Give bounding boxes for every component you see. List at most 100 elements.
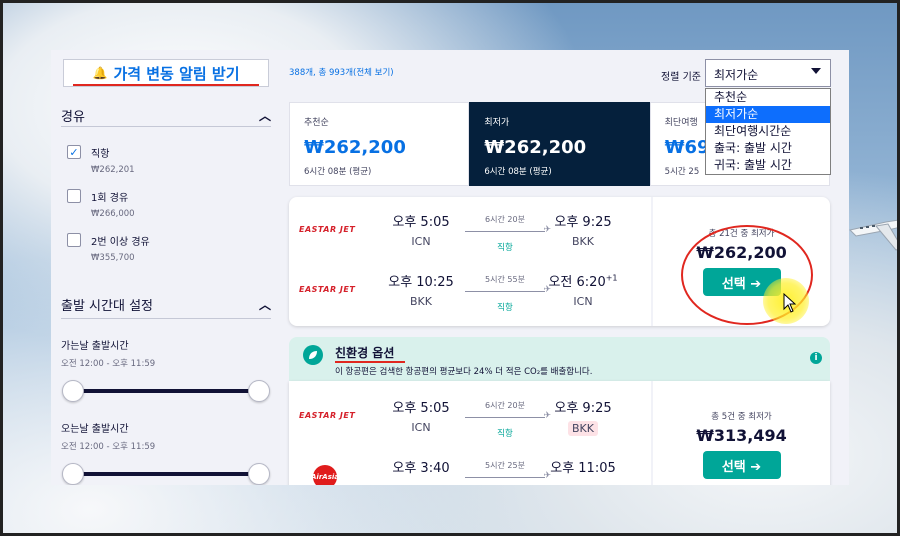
flight-line: ✈ xyxy=(465,471,551,481)
arrival-time: 오후 9:25 xyxy=(554,215,612,230)
flight-leg: AirAsia 오후 3:40 5시간 25분 ✈ 오후 11:05 xyxy=(289,457,651,485)
outbound-time-range: 오전 12:00 - 오후 11:59 xyxy=(61,359,156,369)
flight-leg: EASTAR JET 오후 5:05 ICN 6시간 20분 ✈ 직항 오후 9:25… xyxy=(289,397,651,447)
annotation-underline xyxy=(335,361,405,363)
time-section-header[interactable]: 출발 시간대 설정 ︿ xyxy=(61,295,271,314)
price-caption: 총 21건 중 최저가 xyxy=(708,229,775,239)
price-alert-button[interactable]: 🔔 가격 변동 알림 받기 xyxy=(63,59,269,87)
stops-label: 직항 xyxy=(497,243,513,253)
arrival-airport: BKK xyxy=(568,421,598,436)
tab-title: 최저가 xyxy=(484,118,510,128)
flight-result-card[interactable]: EASTAR JET 오후 5:05 ICN 6시간 20분 ✈ 직항 오후 9:25… xyxy=(289,197,830,326)
annotation-underline xyxy=(73,84,259,86)
itinerary: EASTAR JET 오후 5:05 ICN 6시간 20분 ✈ 직항 오후 9:25… xyxy=(289,197,651,326)
info-icon[interactable]: i xyxy=(810,352,822,364)
slider-handle-end[interactable] xyxy=(248,463,270,485)
checkbox[interactable] xyxy=(67,233,81,247)
eco-title: 친환경 옵션 xyxy=(335,346,395,360)
divider xyxy=(61,318,271,319)
sort-select[interactable]: 최저가순 xyxy=(705,59,831,87)
airline-logo: EASTAR JET xyxy=(299,225,356,234)
tab-duration: 6시간 08분 (평균) xyxy=(304,167,372,177)
tab-title: 추천순 xyxy=(304,118,329,128)
select-button[interactable]: 선택 ➔ xyxy=(702,268,781,296)
airplane-image xyxy=(849,219,900,251)
slider-handle-start[interactable] xyxy=(62,463,84,485)
price-panel: 총 5건 중 최저가 ₩313,494 선택 ➔ xyxy=(653,381,830,485)
departure-airport: ICN xyxy=(411,421,431,434)
departure-time: 오후 10:25 xyxy=(388,275,454,290)
tab-price: ₩262,200 xyxy=(304,137,406,158)
departure-time: 오후 5:05 xyxy=(392,215,450,230)
stop-filter-price: ₩355,700 xyxy=(91,253,135,263)
flight-duration: 6시간 20분 xyxy=(485,215,525,224)
eco-option-banner: 친환경 옵션 이 항공편은 검색한 항공편의 평균보다 24% 더 적은 CO₂… xyxy=(289,337,830,381)
stops-label: 직항 xyxy=(497,429,513,439)
checkbox[interactable] xyxy=(67,189,81,203)
outbound-time-slider[interactable] xyxy=(61,380,271,402)
flight-result-card[interactable]: EASTAR JET 오후 5:05 ICN 6시간 20분 ✈ 직항 오후 9:25… xyxy=(289,381,830,485)
inbound-time-range: 오전 12:00 - 오후 11:59 xyxy=(61,442,156,452)
flight-line: ✈ xyxy=(465,411,551,421)
flight-duration: 5시간 55분 xyxy=(485,275,525,284)
flight-duration: 6시간 20분 xyxy=(485,401,525,410)
mouse-pointer-icon xyxy=(783,293,797,313)
inbound-time-slider[interactable] xyxy=(61,463,271,485)
flight-line: ✈ xyxy=(465,225,551,235)
tab-recommended[interactable]: 추천순 ₩262,200 6시간 08분 (평균) xyxy=(289,102,470,186)
flight-search-window: 🔔 가격 변동 알림 받기 경유 ︿ ✓ 직항 ₩262,201 1회 경유 ₩… xyxy=(51,50,849,485)
sort-option[interactable]: 추천순 xyxy=(706,89,830,106)
tab-price: ₩262,200 xyxy=(484,137,587,158)
departure-airport: ICN xyxy=(411,235,431,248)
itinerary: EASTAR JET 오후 5:05 ICN 6시간 20분 ✈ 직항 오후 9:25… xyxy=(289,381,651,485)
select-button[interactable]: 선택 ➔ xyxy=(702,451,781,479)
stop-filter-two-plus[interactable]: 2번 이상 경유 ₩355,700 xyxy=(67,233,150,263)
dropdown-arrow-icon xyxy=(811,68,821,74)
stop-filter-label: 직항 xyxy=(91,149,110,160)
eco-description: 이 항공편은 검색한 항공편의 평균보다 24% 더 적은 CO₂를 배출합니다… xyxy=(335,367,593,377)
sort-option[interactable]: 출국: 출발 시간 xyxy=(706,140,830,157)
departure-airport: BKK xyxy=(410,295,432,308)
sort-option[interactable]: 귀국: 출발 시간 xyxy=(706,157,830,174)
flight-leg: EASTAR JET 오후 10:25 BKK 5시간 55분 ✈ 직항 오전 6:2… xyxy=(289,271,651,321)
inbound-time-filter: 오는날 출발시간 오전 12:00 - 오후 11:59 xyxy=(61,420,271,485)
airline-logo: EASTAR JET xyxy=(299,285,356,294)
chevron-up-icon: ︿ xyxy=(258,298,271,312)
price-alert-label: 가격 변동 알림 받기 xyxy=(113,64,240,83)
tab-cheapest[interactable]: 최저가 ₩262,200 6시간 08분 (평균) xyxy=(469,102,650,186)
checkbox-checked[interactable]: ✓ xyxy=(67,145,81,159)
stop-filter-direct[interactable]: ✓ 직항 ₩262,201 xyxy=(67,145,135,175)
sort-option[interactable]: 최단여행시간순 xyxy=(706,123,830,140)
arrival-airport: BKK xyxy=(572,235,594,248)
time-section-title: 출발 시간대 설정 xyxy=(61,299,153,314)
day-offset: +1 xyxy=(605,273,618,283)
price-caption: 총 5건 중 최저가 xyxy=(711,412,772,422)
sort-option-selected[interactable]: 최저가순 xyxy=(706,106,830,123)
stops-section-header[interactable]: 경유 ︿ xyxy=(61,106,271,125)
arrival-time: 오전 6:20 xyxy=(548,275,606,290)
sort-dropdown-list: 추천순 최저가순 최단여행시간순 출국: 출발 시간 귀국: 출발 시간 xyxy=(705,88,831,175)
slider-handle-start[interactable] xyxy=(62,380,84,402)
price-value: ₩313,494 xyxy=(696,426,787,445)
arrival-time: 오후 9:25 xyxy=(554,401,612,416)
outbound-time-filter: 가는날 출발시간 오전 12:00 - 오후 11:59 xyxy=(61,337,271,402)
departure-time: 오후 3:40 xyxy=(392,461,450,476)
flight-duration: 5시간 25분 xyxy=(485,461,525,470)
stops-label: 직항 xyxy=(497,303,513,313)
stop-filter-label: 1회 경유 xyxy=(91,193,129,204)
tab-duration: 6시간 08분 (평균) xyxy=(484,167,552,177)
flight-leg: EASTAR JET 오후 5:05 ICN 6시간 20분 ✈ 직항 오후 9:25… xyxy=(289,211,651,261)
slider-track xyxy=(73,389,259,393)
slider-handle-end[interactable] xyxy=(248,380,270,402)
leaf-icon xyxy=(303,345,323,365)
stop-filter-one[interactable]: 1회 경유 ₩266,000 xyxy=(67,189,135,219)
divider xyxy=(61,126,271,127)
airline-logo: AirAsia xyxy=(311,465,339,485)
stop-filter-price: ₩266,000 xyxy=(91,209,135,219)
stop-filter-label: 2번 이상 경유 xyxy=(91,237,150,248)
filter-sidebar: 🔔 가격 변동 알림 받기 경유 ︿ ✓ 직항 ₩262,201 1회 경유 ₩… xyxy=(51,50,286,485)
results-count-link[interactable]: 388개, 총 993개(전체 보기) xyxy=(289,66,394,78)
price-value: ₩262,200 xyxy=(696,243,787,262)
stops-section-title: 경유 xyxy=(61,110,85,125)
outbound-time-label: 가는날 출발시간 xyxy=(61,341,129,352)
